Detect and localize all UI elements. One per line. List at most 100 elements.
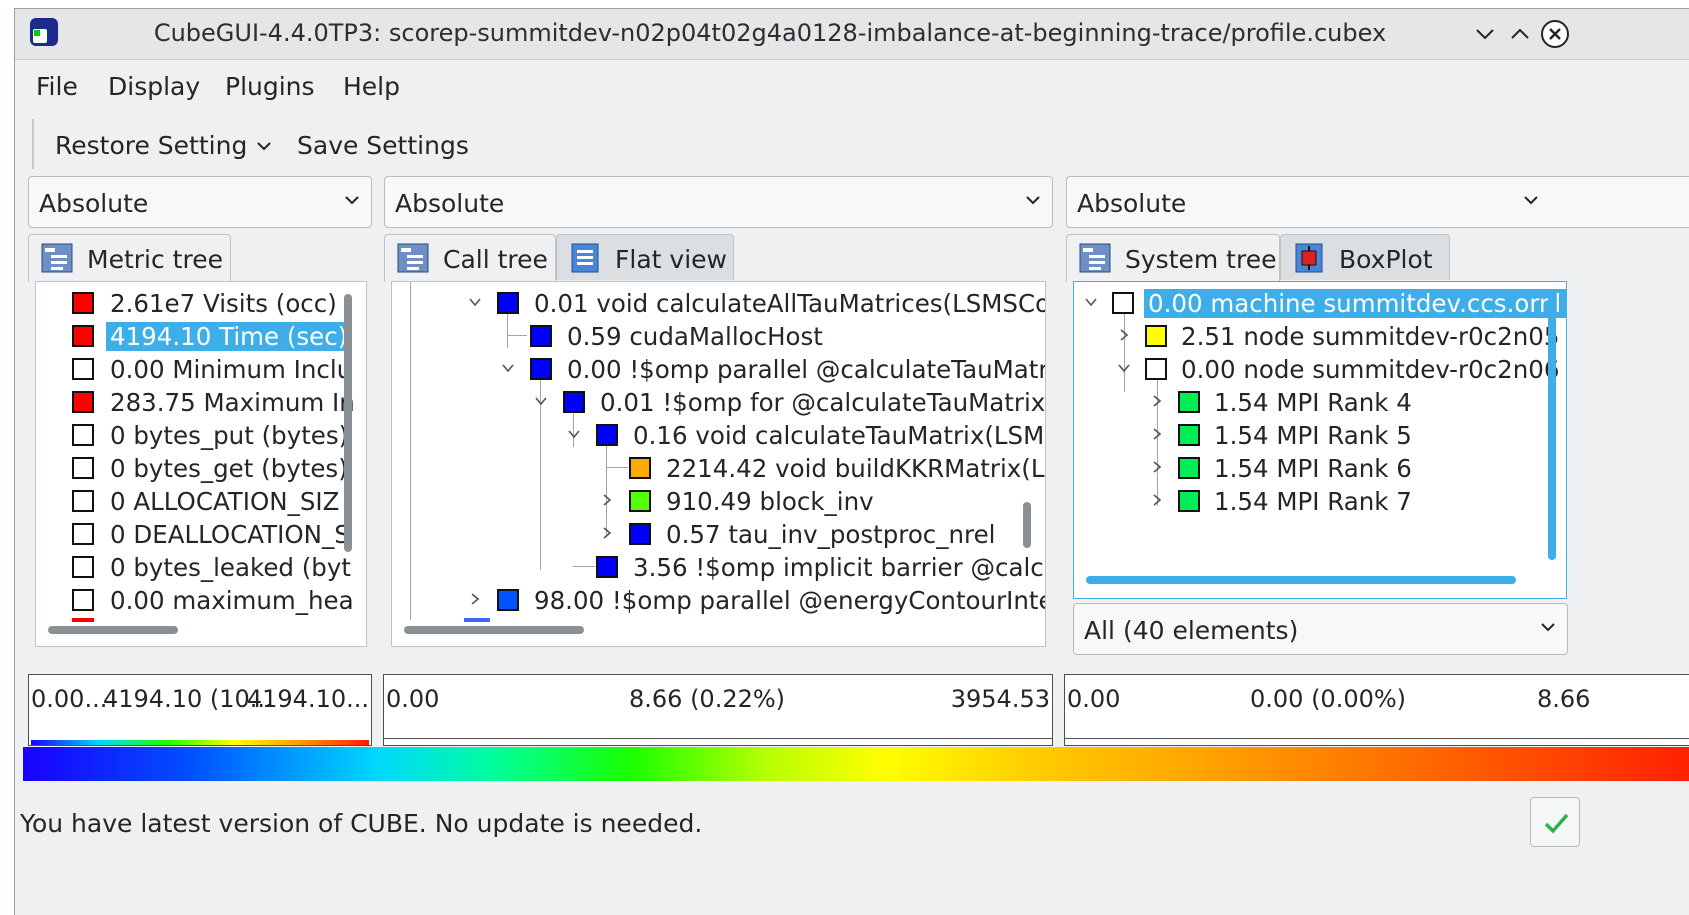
chevron-right-icon[interactable] [1117, 328, 1131, 342]
metric-tree-panel[interactable]: 2.61e7 Visits (occ) 4194.10 Time (sec) 0… [35, 281, 367, 647]
call-color-box [596, 424, 618, 446]
tree-line [410, 282, 411, 620]
call-value-bar: 0.00 8.66 (0.22%) 3954.53 [383, 674, 1053, 746]
call-color-box [530, 325, 552, 347]
call-vscrollbar[interactable] [1023, 502, 1031, 548]
system-color-box [1112, 292, 1134, 314]
system-value-bar: 0.00 0.00 (0.00%) 8.66 [1064, 674, 1689, 746]
system-tree-panel[interactable]: 0.00 machine summitdev.ccs.ornl 2.51 nod… [1073, 281, 1567, 599]
metric-hscrollbar[interactable] [48, 626, 178, 634]
chevron-right-icon[interactable] [1150, 427, 1164, 441]
call-label: 0.16 void calculateTauMatrix(LSM [633, 421, 1045, 450]
chevron-right-icon[interactable] [1150, 460, 1164, 474]
system-hscrollbar[interactable] [1086, 576, 1516, 584]
metric-color-box [72, 391, 94, 413]
chevron-down-icon[interactable] [1117, 361, 1131, 375]
system-filter-select[interactable]: All (40 elements) [1073, 603, 1568, 655]
call-value-baseline [384, 738, 1052, 739]
metric-label: 0 bytes_put (bytes) [110, 421, 349, 450]
chevron-down-icon [1524, 196, 1538, 205]
tab-system-tree-label: System tree [1125, 245, 1277, 274]
metric-mini-scale [31, 740, 369, 745]
update-status-button[interactable] [1530, 797, 1580, 847]
system-color-box [1178, 391, 1200, 413]
metric-label: 4194.10 Time (sec) [106, 322, 352, 351]
tab-metric-tree[interactable]: Metric tree [28, 234, 231, 282]
tab-call-tree[interactable]: Call tree [384, 234, 556, 282]
metric-label: 2.61e7 Visits (occ) [110, 289, 337, 318]
tab-boxplot-label: BoxPlot [1339, 245, 1433, 274]
call-color-box [629, 457, 651, 479]
system-color-box [1178, 424, 1200, 446]
chevron-down-icon[interactable] [567, 427, 581, 441]
system-label: 1.54 MPI Rank 5 [1214, 421, 1412, 450]
call-hscrollbar[interactable] [404, 626, 584, 634]
window-title: CubeGUI-4.4.0TP3: scorep-summitdev-n02p0… [153, 19, 1387, 47]
metric-label: 0 bytes_get (bytes) [110, 454, 348, 483]
metric-value-min: 0.00... [31, 685, 108, 713]
system-mode-select[interactable]: Absolute [1066, 176, 1689, 228]
metric-color-box [72, 523, 94, 545]
call-value-mid: 8.66 (0.22%) [629, 685, 786, 713]
menu-plugins[interactable]: Plugins [225, 72, 315, 101]
chevron-down-icon [1541, 623, 1555, 632]
chevron-right-icon[interactable] [1150, 394, 1164, 408]
restore-setting-button[interactable]: Restore Setting [55, 131, 247, 160]
tab-boxplot[interactable]: BoxPlot [1280, 234, 1450, 280]
metric-value-max: 4194.10... [246, 685, 369, 713]
tree-line [507, 335, 527, 336]
status-bar: You have latest version of CUBE. No upda… [15, 789, 1689, 869]
save-settings-button[interactable]: Save Settings [297, 131, 469, 160]
system-label: 1.54 MPI Rank 7 [1214, 487, 1412, 516]
metric-color-box [72, 457, 94, 479]
metric-color-box [72, 292, 94, 314]
chevron-down-icon[interactable] [468, 295, 482, 309]
maximize-icon[interactable] [1505, 19, 1535, 49]
status-message: You have latest version of CUBE. No upda… [20, 809, 703, 838]
close-icon[interactable] [1540, 19, 1570, 49]
call-partial-row [464, 618, 490, 622]
boxplot-icon [1295, 243, 1323, 273]
chevron-down-icon[interactable] [501, 361, 515, 375]
metric-mode-value: Absolute [39, 189, 149, 218]
tab-flat-view[interactable]: Flat view [556, 234, 734, 280]
metric-vscrollbar[interactable] [344, 294, 352, 552]
menu-display[interactable]: Display [108, 72, 200, 101]
metric-color-box [72, 556, 94, 578]
menu-file[interactable]: File [36, 72, 78, 101]
call-color-box [497, 589, 519, 611]
tree-line [507, 308, 508, 348]
menu-help[interactable]: Help [343, 72, 400, 101]
system-value-min: 0.00 [1067, 685, 1121, 713]
metric-mode-select[interactable]: Absolute [28, 176, 372, 228]
call-tree-panel[interactable]: 0.01 void calculateAllTauMatrices(LSMSCo… [391, 281, 1046, 647]
chevron-right-icon[interactable] [1150, 493, 1164, 507]
chevron-down-icon[interactable] [534, 394, 548, 408]
chevron-down-icon[interactable] [1084, 295, 1098, 309]
system-value-max: 8.66 [1537, 685, 1591, 713]
call-label: 0.00 !$omp parallel @calculateTauMatr [567, 355, 1046, 384]
metric-label: 0 bytes_leaked (byt [110, 553, 351, 582]
metric-color-box [72, 424, 94, 446]
chevron-right-icon[interactable] [468, 592, 482, 606]
call-color-box [530, 358, 552, 380]
system-vscrollbar[interactable] [1548, 294, 1556, 560]
metric-label: 283.75 Maximum In [110, 388, 355, 417]
call-mode-select[interactable]: Absolute [384, 176, 1053, 228]
metric-color-box [72, 358, 94, 380]
system-color-box [1145, 325, 1167, 347]
call-value-min: 0.00 [386, 685, 440, 713]
minimize-icon[interactable] [1470, 19, 1500, 49]
list-icon [571, 243, 599, 273]
tab-flat-view-label: Flat view [615, 245, 727, 274]
chevron-right-icon[interactable] [600, 526, 614, 540]
chevron-right-icon[interactable] [600, 493, 614, 507]
tab-system-tree[interactable]: System tree [1066, 234, 1280, 282]
call-label: 0.59 cudaMallocHost [567, 322, 823, 351]
chevron-down-icon[interactable] [255, 139, 273, 153]
tab-call-tree-label: Call tree [443, 245, 548, 274]
tree-icon [1079, 243, 1111, 273]
metric-label: 0.00 Minimum Inclu [110, 355, 353, 384]
call-label: 2214.42 void buildKKRMatrix(L [666, 454, 1045, 483]
system-mode-value: Absolute [1077, 189, 1187, 218]
